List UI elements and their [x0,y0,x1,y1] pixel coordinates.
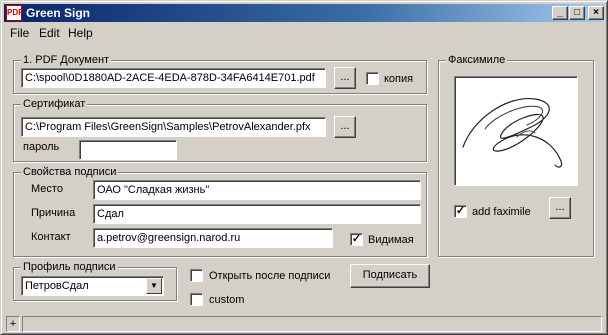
place-field[interactable]: ОАО "Сладкая жизнь" [93,180,421,200]
visible-label: Видимая [368,234,414,246]
contact-field[interactable]: a.petrov@greensign.narod.ru [93,228,333,248]
main-window: PDF Green Sign _ □ × File Edit Help 1. P… [0,0,608,335]
open-after-sign-label: Открыть после подписи [209,270,331,282]
open-after-sign-checkbox[interactable] [190,269,203,282]
place-label: Место [31,183,63,195]
window-title: Green Sign [26,6,91,20]
pdf-path-field[interactable]: C:\spool\0D1880AD-2ACE-4EDA-878D-34FA641… [21,68,326,88]
chevron-down-icon[interactable]: ▼ [146,278,162,294]
signature-image [462,98,563,168]
facsimile-preview [454,76,578,186]
pdf-app-icon: PDF [6,5,23,21]
add-facsimile-checkbox[interactable]: ✓ [454,205,467,218]
menu-bar: File Edit Help [4,23,604,41]
status-panel-main [22,316,602,332]
close-button[interactable]: × [588,6,604,20]
signature-profile-selected: ПетровСдал [25,280,89,292]
copy-label: копия [384,73,414,85]
title-bar[interactable]: PDF Green Sign _ □ × [4,4,604,22]
certificate-group-label: Сертификат [21,98,88,110]
sign-button[interactable]: Подписать [350,264,430,288]
custom-label: custom [209,294,245,306]
minimize-button[interactable]: _ [552,6,568,20]
signature-properties-group-label: Свойства подписи [21,166,119,178]
maximize-button[interactable]: □ [569,6,585,20]
add-facsimile-label: add faximile [472,206,531,218]
status-panel-expand[interactable]: + [6,316,20,332]
password-label: пароль [23,141,60,153]
reason-field[interactable]: Сдал [93,204,421,224]
visible-checkbox[interactable]: ✓ [350,233,363,246]
copy-checkbox[interactable] [366,72,379,85]
certificate-browse-button[interactable]: ... [334,116,356,138]
signature-profile-group-label: Профиль подписи [21,261,118,273]
password-field[interactable] [79,140,177,160]
menu-edit[interactable]: Edit [39,26,60,40]
custom-checkbox[interactable] [190,293,203,306]
menu-file[interactable]: File [10,26,29,40]
menu-help[interactable]: Help [68,26,93,40]
reason-label: Причина [31,207,76,219]
facsimile-group-label: Факсимиле [446,54,508,66]
pdf-document-group-label: 1. PDF Документ [21,54,112,66]
certificate-path-field[interactable]: C:\Program Files\GreenSign\Samples\Petro… [21,117,326,137]
status-bar: + [4,316,604,332]
pdf-browse-button[interactable]: ... [334,67,356,89]
contact-label: Контакт [31,231,71,243]
signature-profile-select[interactable]: ПетровСдал ▼ [21,276,164,296]
facsimile-browse-button[interactable]: ... [549,197,571,219]
